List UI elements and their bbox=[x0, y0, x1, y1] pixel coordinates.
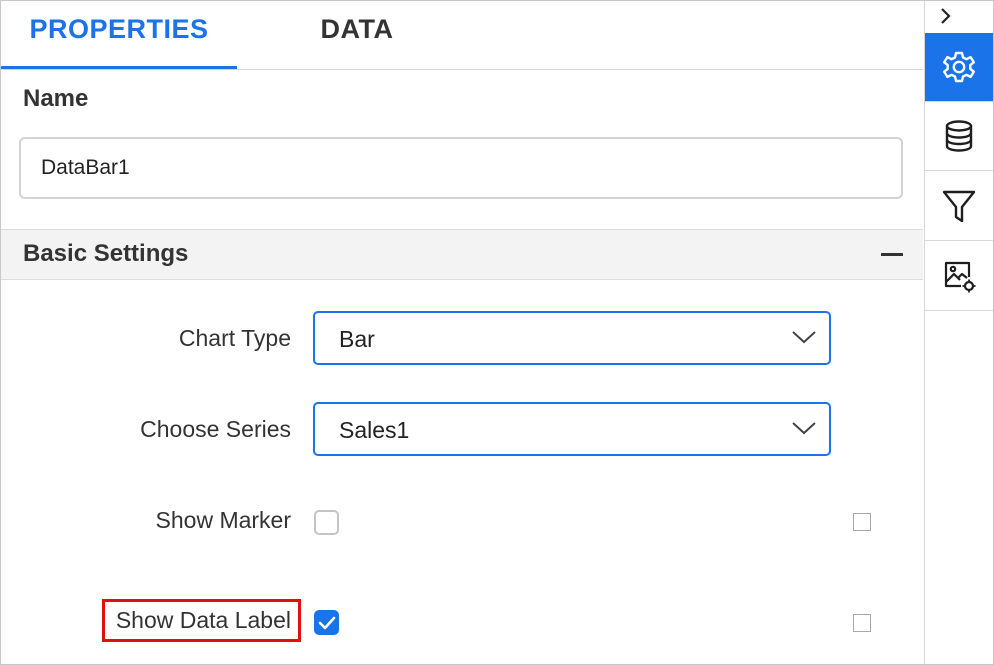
main-panel: PROPERTIES DATA Name Basic Settings Char… bbox=[1, 1, 923, 664]
chevron-down-icon bbox=[792, 422, 816, 435]
checkmark-icon bbox=[318, 616, 336, 630]
chevron-down-icon bbox=[792, 331, 816, 344]
choose-series-value: Sales1 bbox=[339, 417, 410, 443]
chevron-right-icon bbox=[941, 8, 951, 24]
properties-rail-button[interactable] bbox=[925, 33, 993, 102]
image-settings-icon bbox=[944, 261, 976, 293]
image-settings-rail-button[interactable] bbox=[925, 242, 993, 311]
minus-icon bbox=[881, 253, 903, 256]
name-input[interactable] bbox=[19, 137, 903, 199]
chart-type-label: Chart Type bbox=[178, 325, 291, 351]
database-icon bbox=[945, 120, 973, 152]
chart-type-dropdown[interactable]: Bar bbox=[313, 311, 831, 365]
show-data-label-property-checkbox[interactable] bbox=[853, 614, 871, 632]
basic-settings-title: Basic Settings bbox=[23, 240, 189, 267]
choose-series-label: Choose Series bbox=[140, 416, 291, 442]
show-marker-label: Show Marker bbox=[155, 507, 291, 533]
gear-icon bbox=[943, 51, 975, 83]
properties-panel: PROPERTIES DATA Name Basic Settings Char… bbox=[0, 0, 994, 665]
name-label: Name bbox=[23, 85, 89, 112]
basic-settings-header[interactable]: Basic Settings bbox=[1, 229, 923, 280]
collapse-rail-button[interactable] bbox=[925, 1, 993, 31]
chart-type-value: Bar bbox=[339, 326, 375, 352]
data-source-rail-button[interactable] bbox=[925, 102, 993, 171]
show-marker-property-checkbox[interactable] bbox=[853, 513, 871, 531]
tab-bar: PROPERTIES DATA bbox=[1, 1, 923, 70]
choose-series-dropdown[interactable]: Sales1 bbox=[313, 402, 831, 456]
filter-rail-button[interactable] bbox=[925, 172, 993, 241]
filter-icon bbox=[942, 190, 976, 223]
tab-properties[interactable]: PROPERTIES bbox=[1, 1, 237, 69]
icon-rail bbox=[924, 1, 993, 664]
tab-data[interactable]: DATA bbox=[251, 1, 463, 69]
show-data-label-checkbox[interactable] bbox=[314, 610, 339, 635]
show-marker-checkbox[interactable] bbox=[314, 510, 339, 535]
show-data-label-label: Show Data Label bbox=[115, 607, 291, 633]
